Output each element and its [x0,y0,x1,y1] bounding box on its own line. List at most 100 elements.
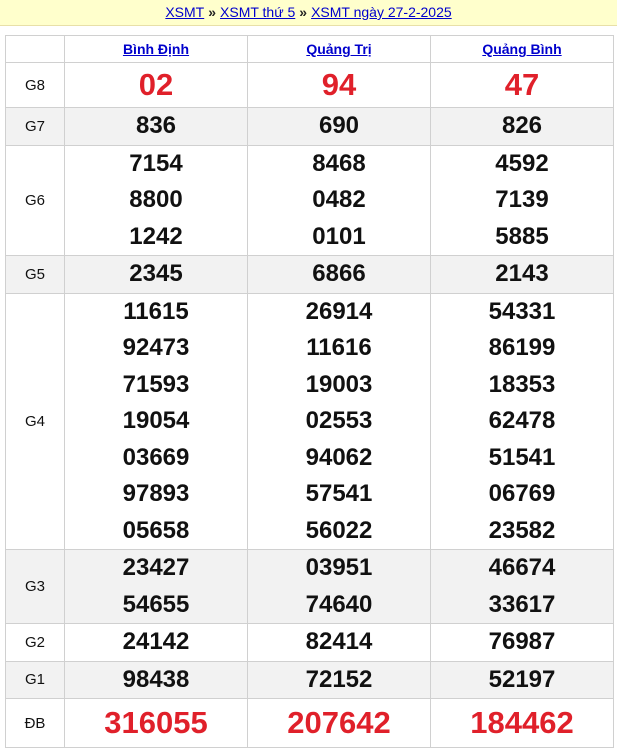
prize-cell: 72152 [247,660,431,699]
prize-number: 82414 [305,628,373,655]
breadcrumb-link-xsmt[interactable]: XSMT [165,4,204,20]
prize-number: 0482 [312,186,366,213]
breadcrumb-separator: » [208,4,217,20]
results-table: Bình Định Quảng Trị Quảng Bình G8 02 94 47 G… [5,35,614,748]
prize-number: 690 [318,112,360,139]
prize-number: 184462 [470,704,574,740]
prize-number: 05658 [122,516,190,544]
prize-number: 47 [504,66,540,102]
prize-row-g6: G6 7154 8800 1242 8468 0482 0101 4592 7139 5885 [5,144,614,256]
prize-number: 8468 [312,149,366,177]
prize-label: G6 [5,144,65,256]
prize-number: 02553 [305,407,373,434]
header-row: Bình Định Quảng Trị Quảng Bình [5,35,614,63]
prize-number: 23427 [122,554,190,581]
prize-number: 4592 [495,149,549,177]
prize-cell: 82414 [247,623,431,662]
prize-number: 57541 [305,480,373,507]
prize-cell: 47 [430,62,614,108]
prize-number: 94062 [305,443,373,471]
prize-cell: 2143 [430,255,614,294]
prize-number: 26914 [305,297,373,325]
prize-cell: 26914 11616 19003 02553 94062 57541 56022 [247,292,431,550]
prize-cell: 54331 86199 18353 62478 51541 06769 23582 [430,292,614,550]
prize-number: 62478 [488,407,556,434]
prize-cell: 826 [430,107,614,146]
prize-number: 6866 [312,260,366,287]
prize-number: 74640 [305,590,373,618]
prize-number: 46674 [488,554,556,581]
prize-number: 06769 [488,480,556,507]
prize-number: 2345 [129,260,183,287]
prize-number: 19003 [305,370,373,398]
prize-cell: 52197 [430,660,614,699]
prize-cell: 23427 54655 [64,549,248,624]
prize-number: 51541 [488,443,556,471]
prize-number: 54331 [488,297,556,325]
prize-cell: 207642 [247,698,431,748]
prize-label: G7 [5,107,65,146]
header-blank [5,35,65,63]
prize-row-đb: ĐB 316055 207642 184462 [5,698,614,748]
prize-number: 71593 [122,370,190,398]
prize-number: 11615 [123,297,189,325]
prize-cell: 76987 [430,623,614,662]
province-header: Quảng Trị [247,35,431,63]
prize-rows: G8 02 94 47 G7 836 690 826 G6 7154 8800 1242 8468 048… [5,62,614,748]
prize-number: 18353 [488,370,556,398]
breadcrumb-link-xsmt-date[interactable]: XSMT ngày 27-2-2025 [311,4,452,20]
prize-cell: 316055 [64,698,248,748]
prize-cell: 2345 [64,255,248,294]
prize-number: 2143 [495,260,549,287]
prize-number: 54655 [122,590,190,618]
prize-number: 86199 [488,334,556,361]
prize-number: 24142 [122,628,190,655]
prize-number: 98438 [122,665,190,693]
prize-number: 23582 [488,516,556,544]
prize-number: 836 [135,112,177,139]
prize-number: 03951 [305,554,373,581]
breadcrumb-link-xsmt-thu-5[interactable]: XSMT thứ 5 [220,4,295,20]
prize-number: 11616 [306,334,372,361]
prize-label: G8 [5,62,65,108]
prize-number: 19054 [122,407,190,434]
prize-number: 76987 [488,628,556,655]
prize-cell: 03951 74640 [247,549,431,624]
prize-number: 316055 [104,704,208,740]
prize-label: G5 [5,255,65,294]
province-header: Bình Định [64,35,248,63]
prize-cell: 184462 [430,698,614,748]
prize-number: 94 [321,66,357,102]
prize-row-g4: G4 11615 92473 71593 19054 03669 97893 05658 269… [5,292,614,550]
prize-cell: 8468 0482 0101 [247,144,431,256]
province-link-quang-tri[interactable]: Quảng Trị [306,41,371,57]
prize-number: 826 [501,112,543,139]
prize-cell: 4592 7139 5885 [430,144,614,256]
prize-cell: 7154 8800 1242 [64,144,248,256]
prize-number: 97893 [122,480,190,507]
prize-cell: 94 [247,62,431,108]
prize-number: 1242 [129,222,183,250]
prize-number: 03669 [122,443,190,471]
prize-cell: 46674 33617 [430,549,614,624]
prize-cell: 6866 [247,255,431,294]
prize-label: ĐB [5,698,65,748]
prize-label: G1 [5,660,65,699]
prize-cell: 11615 92473 71593 19054 03669 97893 05658 [64,292,248,550]
prize-number: 56022 [305,516,373,544]
prize-number: 7154 [129,149,183,177]
prize-cell: 02 [64,62,248,108]
prize-label: G3 [5,549,65,624]
prize-cell: 836 [64,107,248,146]
prize-label: G4 [5,292,65,550]
prize-number: 5885 [495,222,549,250]
prize-row-g2: G2 24142 82414 76987 [5,623,614,662]
province-link-binh-dinh[interactable]: Bình Định [123,41,189,57]
prize-row-g5: G5 2345 6866 2143 [5,255,614,294]
province-link-quang-binh[interactable]: Quảng Bình [482,41,561,57]
prize-label: G2 [5,623,65,662]
prize-number: 33617 [488,590,556,618]
prize-cell: 98438 [64,660,248,699]
prize-number: 52197 [488,665,556,693]
prize-row-g7: G7 836 690 826 [5,107,614,146]
